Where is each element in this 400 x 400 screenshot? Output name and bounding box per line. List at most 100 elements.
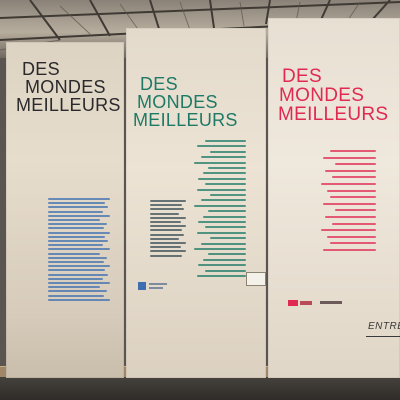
title-line: MEILLEURS	[16, 95, 121, 115]
partner-logo	[320, 301, 342, 304]
panel-title-red: DES MONDES MEILLEURS	[278, 66, 388, 124]
illegible-text-line	[48, 240, 108, 242]
illegible-text-line	[203, 258, 246, 261]
illegible-text-line	[205, 183, 246, 186]
partner-logo	[288, 300, 298, 306]
illegible-text-line	[150, 233, 184, 236]
illegible-text-line	[210, 194, 246, 196]
illegible-text-line	[150, 229, 183, 232]
illegible-text-line	[48, 273, 108, 276]
illegible-text-line	[48, 256, 107, 259]
title-line: DES	[140, 74, 178, 94]
title-line: DES	[22, 59, 60, 79]
illegible-text-line	[48, 265, 110, 268]
illegible-text-line	[48, 286, 101, 289]
illegible-text-line	[324, 169, 376, 172]
entrance-sign: ENTRÉ	[368, 321, 400, 332]
artist-names-list	[188, 140, 246, 280]
illegible-text-line	[150, 250, 186, 253]
illegible-text-line	[196, 231, 246, 234]
illegible-text-line	[150, 208, 184, 211]
illegible-text-line	[198, 264, 246, 267]
title-line: MONDES	[25, 77, 106, 97]
illegible-text-line	[150, 225, 186, 228]
panel-title-green: DES MONDES MEILLEURS	[133, 74, 238, 129]
title-line: MEILLEURS	[133, 110, 238, 130]
illegible-text-line	[48, 294, 104, 297]
illegible-text-line	[150, 246, 181, 249]
illegible-text-line	[200, 156, 246, 159]
illegible-text-line	[48, 202, 106, 205]
illegible-text-line	[322, 249, 376, 251]
illegible-text-line	[210, 237, 246, 240]
illegible-text-line	[48, 219, 101, 221]
entrance-underline	[366, 336, 400, 337]
title-line: MONDES	[279, 85, 365, 106]
title-line: MONDES	[137, 92, 218, 112]
illegible-text-line	[321, 183, 376, 185]
intro-text-block	[48, 198, 110, 304]
illegible-text-line	[207, 253, 246, 256]
illegible-text-line	[48, 252, 101, 255]
illegible-text-line	[329, 150, 376, 152]
illegible-text-line	[203, 215, 246, 218]
illegible-text-line	[203, 172, 246, 175]
curator-names-list	[318, 150, 376, 258]
illegible-text-line	[331, 222, 376, 225]
illegible-text-line	[150, 237, 179, 240]
title-line: MEILLEURS	[278, 104, 389, 125]
partner-logo	[149, 283, 167, 285]
illegible-text-line	[48, 231, 110, 234]
illegible-text-line	[196, 188, 246, 191]
partner-logo	[138, 282, 146, 290]
partner-logo	[149, 287, 163, 289]
panel-title-black: DES MONDES MEILLEURS	[16, 59, 121, 114]
illegible-text-line	[150, 221, 181, 223]
illegible-text-line	[48, 235, 106, 238]
illegible-text-line	[48, 298, 110, 301]
illegible-text-line	[205, 226, 246, 229]
illegible-text-line	[198, 221, 246, 223]
illegible-text-line	[150, 216, 186, 219]
illegible-text-line	[200, 242, 246, 245]
illegible-text-line	[193, 204, 246, 207]
illegible-text-line	[48, 206, 108, 209]
illegible-text-line	[48, 214, 110, 217]
illegible-text-line	[322, 202, 376, 205]
illegible-text-line	[196, 145, 246, 148]
illegible-text-line	[48, 290, 107, 293]
illegible-text-line	[329, 242, 376, 245]
illegible-text-line	[48, 261, 104, 263]
illegible-text-line	[322, 156, 376, 159]
illegible-text-line	[150, 254, 183, 257]
illegible-text-line	[200, 199, 246, 202]
illegible-text-line	[48, 198, 110, 200]
illegible-text-line	[335, 209, 376, 212]
title-line: DES	[282, 66, 322, 87]
illegible-text-line	[48, 282, 110, 284]
illegible-text-line	[150, 204, 183, 207]
partner-logo	[300, 301, 312, 305]
monitor-screen	[246, 272, 266, 286]
illegible-text-line	[193, 248, 246, 250]
illegible-text-line	[207, 167, 246, 169]
illegible-text-line	[48, 244, 103, 247]
illegible-text-line	[150, 212, 179, 215]
illegible-text-line	[327, 235, 376, 238]
illegible-text-line	[329, 196, 376, 199]
illegible-text-line	[48, 227, 104, 230]
illegible-text-line	[210, 150, 246, 153]
illegible-text-line	[48, 210, 103, 213]
illegible-text-line	[48, 248, 110, 251]
illegible-text-line	[207, 210, 246, 213]
illegible-text-line	[150, 242, 186, 244]
illegible-text-line	[193, 161, 246, 164]
illegible-text-line	[331, 176, 376, 179]
center-text-block	[150, 200, 186, 260]
illegible-text-line	[48, 277, 103, 280]
illegible-text-line	[327, 189, 376, 192]
illegible-text-line	[48, 223, 107, 226]
illegible-text-line	[324, 216, 376, 218]
illegible-text-line	[196, 275, 246, 277]
illegible-text-line	[150, 200, 186, 202]
